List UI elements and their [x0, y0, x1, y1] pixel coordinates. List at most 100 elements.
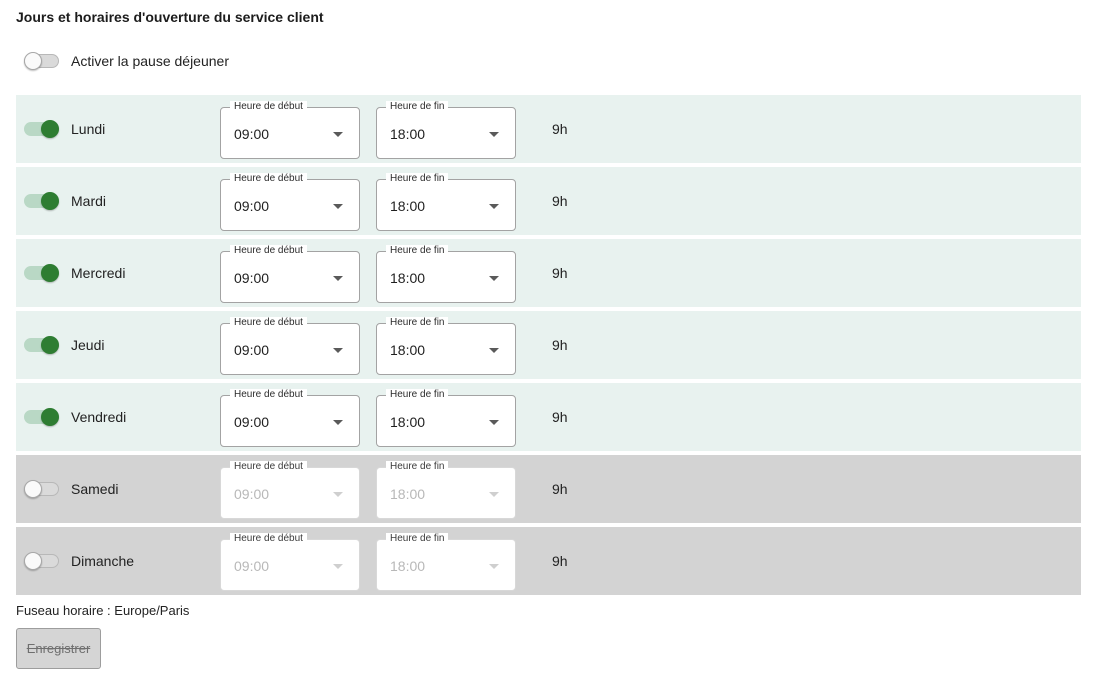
- caret-down-icon: [333, 132, 343, 137]
- day-toggle[interactable]: [24, 335, 60, 355]
- caret-down-icon: [333, 564, 343, 569]
- day-duration: 9h: [552, 265, 568, 281]
- start-time-select[interactable]: Heure de début 09:00: [220, 101, 360, 159]
- end-time-label: Heure de fin: [386, 245, 449, 257]
- start-time-value: 09:00: [234, 558, 270, 574]
- day-row: Vendredi Heure de début 09:00 Heure de f…: [16, 383, 1081, 451]
- toggle-thumb: [24, 480, 42, 498]
- end-time-label: Heure de fin: [386, 461, 449, 473]
- start-time-label: Heure de début: [230, 533, 307, 545]
- start-time-value: 09:00: [234, 126, 270, 142]
- end-time-select[interactable]: Heure de fin 18:00: [376, 173, 516, 231]
- start-time-value: 09:00: [234, 342, 270, 358]
- opening-hours-page: Jours et horaires d'ouverture du service…: [0, 0, 1096, 678]
- toggle-thumb: [24, 52, 42, 70]
- start-time-label: Heure de début: [230, 461, 307, 473]
- end-time-select[interactable]: Heure de fin 18:00: [376, 101, 516, 159]
- start-time-value: 09:00: [234, 486, 270, 502]
- lunch-break-label: Activer la pause déjeuner: [71, 53, 229, 69]
- day-row: Mercredi Heure de début 09:00 Heure de f…: [16, 239, 1081, 307]
- day-duration: 9h: [552, 121, 568, 137]
- caret-down-icon: [489, 492, 499, 497]
- day-name: Samedi: [71, 481, 119, 497]
- end-time-label: Heure de fin: [386, 317, 449, 329]
- end-time-value: 18:00: [390, 270, 426, 286]
- day-name: Mardi: [71, 193, 107, 209]
- day-toggle[interactable]: [24, 407, 60, 427]
- start-time-value: 09:00: [234, 198, 270, 214]
- day-row: Lundi Heure de début 09:00 Heure de fin …: [16, 95, 1081, 163]
- start-time-select[interactable]: Heure de début 09:00: [220, 533, 360, 591]
- caret-down-icon: [489, 348, 499, 353]
- start-time-value: 09:00: [234, 270, 270, 286]
- day-name: Dimanche: [71, 553, 135, 569]
- page-title: Jours et horaires d'ouverture du service…: [16, 9, 324, 25]
- start-time-label: Heure de début: [230, 389, 307, 401]
- end-time-value: 18:00: [390, 342, 426, 358]
- day-toggle[interactable]: [24, 551, 60, 571]
- end-time-select[interactable]: Heure de fin 18:00: [376, 389, 516, 447]
- start-time-select[interactable]: Heure de début 09:00: [220, 173, 360, 231]
- start-time-select[interactable]: Heure de début 09:00: [220, 389, 360, 447]
- caret-down-icon: [333, 420, 343, 425]
- end-time-label: Heure de fin: [386, 173, 449, 185]
- day-toggle[interactable]: [24, 119, 60, 139]
- end-time-select[interactable]: Heure de fin 18:00: [376, 461, 516, 519]
- save-button[interactable]: Enregistrer: [16, 628, 101, 669]
- start-time-label: Heure de début: [230, 101, 307, 113]
- end-time-select[interactable]: Heure de fin 18:00: [376, 533, 516, 591]
- day-name: Jeudi: [71, 337, 105, 353]
- end-time-value: 18:00: [390, 558, 426, 574]
- day-toggle[interactable]: [24, 263, 60, 283]
- caret-down-icon: [489, 276, 499, 281]
- day-toggle[interactable]: [24, 479, 60, 499]
- start-time-label: Heure de début: [230, 245, 307, 257]
- caret-down-icon: [489, 204, 499, 209]
- end-time-label: Heure de fin: [386, 101, 449, 113]
- start-time-select[interactable]: Heure de début 09:00: [220, 317, 360, 375]
- days-list: Lundi Heure de début 09:00 Heure de fin …: [16, 95, 1081, 599]
- day-duration: 9h: [552, 481, 568, 497]
- lunch-break-row: Activer la pause déjeuner: [24, 51, 229, 71]
- day-row: Jeudi Heure de début 09:00 Heure de fin …: [16, 311, 1081, 379]
- lunch-break-toggle[interactable]: [24, 51, 60, 71]
- day-duration: 9h: [552, 409, 568, 425]
- end-time-value: 18:00: [390, 198, 426, 214]
- end-time-value: 18:00: [390, 486, 426, 502]
- end-time-select[interactable]: Heure de fin 18:00: [376, 317, 516, 375]
- start-time-select[interactable]: Heure de début 09:00: [220, 461, 360, 519]
- day-name: Vendredi: [71, 409, 127, 425]
- toggle-thumb: [41, 120, 59, 138]
- toggle-thumb: [24, 552, 42, 570]
- end-time-label: Heure de fin: [386, 533, 449, 545]
- end-time-select[interactable]: Heure de fin 18:00: [376, 245, 516, 303]
- start-time-label: Heure de début: [230, 317, 307, 329]
- caret-down-icon: [489, 132, 499, 137]
- end-time-value: 18:00: [390, 126, 426, 142]
- day-row: Dimanche Heure de début 09:00 Heure de f…: [16, 527, 1081, 595]
- day-name: Lundi: [71, 121, 106, 137]
- end-time-value: 18:00: [390, 414, 426, 430]
- day-duration: 9h: [552, 337, 568, 353]
- caret-down-icon: [333, 492, 343, 497]
- toggle-thumb: [41, 336, 59, 354]
- start-time-value: 09:00: [234, 414, 270, 430]
- caret-down-icon: [333, 204, 343, 209]
- end-time-label: Heure de fin: [386, 389, 449, 401]
- toggle-thumb: [41, 192, 59, 210]
- caret-down-icon: [489, 420, 499, 425]
- day-duration: 9h: [552, 193, 568, 209]
- timezone-label: Fuseau horaire : Europe/Paris: [16, 603, 190, 618]
- caret-down-icon: [333, 348, 343, 353]
- day-row: Samedi Heure de début 09:00 Heure de fin…: [16, 455, 1081, 523]
- caret-down-icon: [333, 276, 343, 281]
- day-toggle[interactable]: [24, 191, 60, 211]
- caret-down-icon: [489, 564, 499, 569]
- day-row: Mardi Heure de début 09:00 Heure de fin …: [16, 167, 1081, 235]
- day-duration: 9h: [552, 553, 568, 569]
- day-name: Mercredi: [71, 265, 126, 281]
- toggle-thumb: [41, 408, 59, 426]
- start-time-label: Heure de début: [230, 173, 307, 185]
- start-time-select[interactable]: Heure de début 09:00: [220, 245, 360, 303]
- toggle-thumb: [41, 264, 59, 282]
